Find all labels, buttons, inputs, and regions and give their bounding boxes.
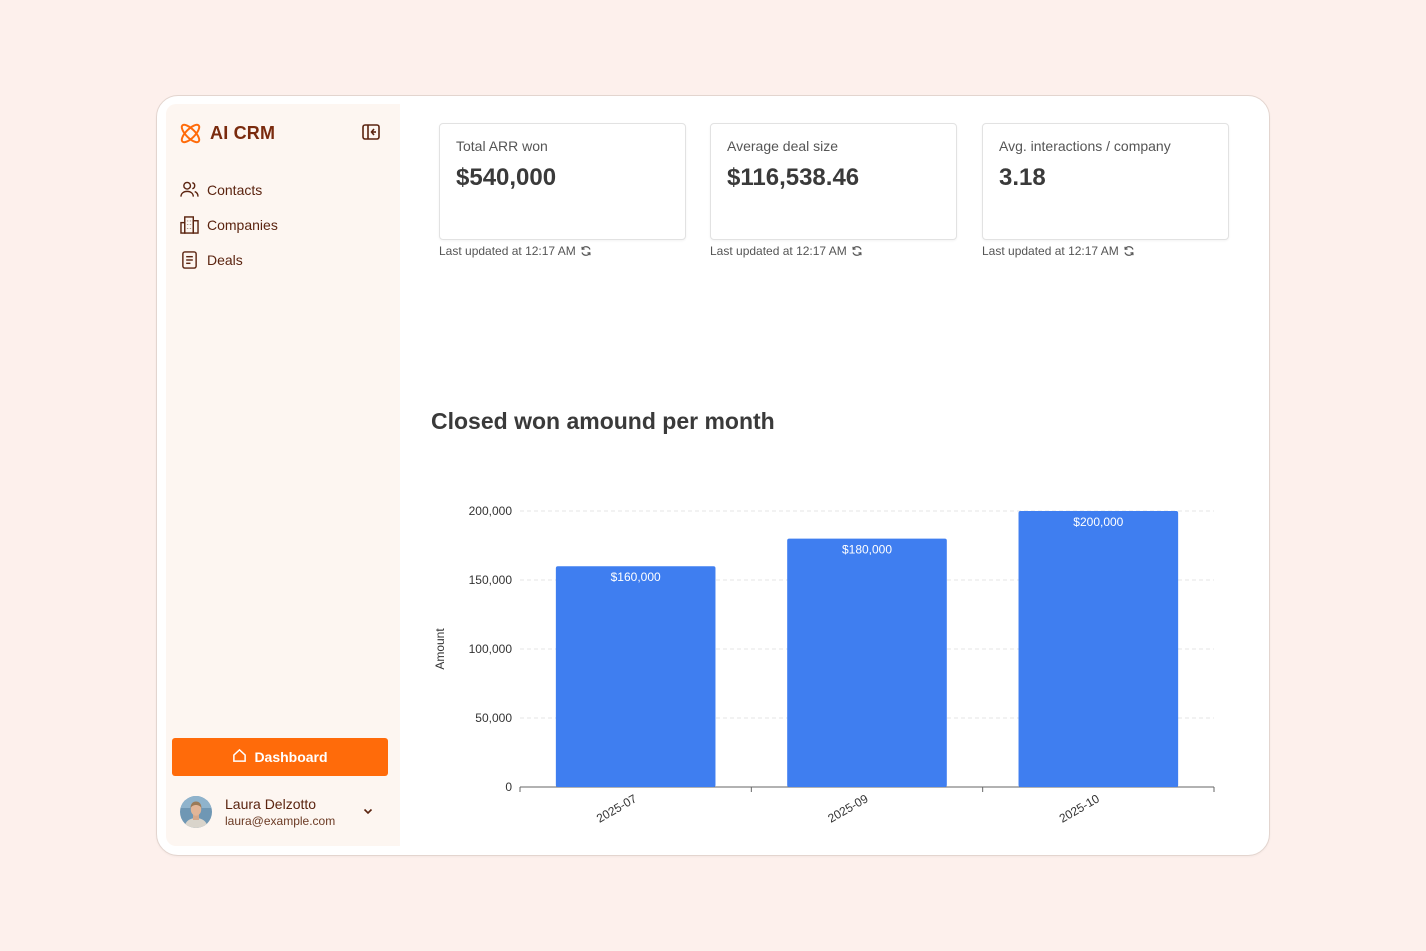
- dashboard-button[interactable]: Dashboard: [172, 738, 388, 776]
- y-tick-label: 150,000: [469, 573, 513, 587]
- updated-text: Last updated at 12:17 AM: [982, 244, 1119, 258]
- sidebar-item-deals[interactable]: Deals: [178, 242, 390, 277]
- refresh-icon[interactable]: [1123, 245, 1135, 257]
- y-axis-label: Amount: [433, 628, 447, 670]
- app-window: AI CRM Contacts Companies Deals Dashboar…: [166, 104, 1260, 846]
- kpi-label: Average deal size: [727, 138, 839, 154]
- avatar: [180, 796, 212, 828]
- sidebar-item-label: Companies: [207, 216, 278, 233]
- brand[interactable]: AI CRM: [178, 121, 275, 146]
- kpi-label: Total ARR won: [456, 138, 548, 154]
- sidebar-nav: Contacts Companies Deals: [178, 172, 390, 277]
- kpi-updated: Last updated at 12:17 AM: [982, 244, 1135, 258]
- kpi-value: 3.18: [999, 164, 1046, 191]
- bar-2025-07: [555, 566, 716, 787]
- sidebar-item-contacts[interactable]: Contacts: [178, 172, 390, 207]
- home-icon: [232, 748, 247, 766]
- y-tick-label: 50,000: [475, 711, 512, 725]
- users-icon: [180, 181, 199, 198]
- user-email: laura@example.com: [225, 813, 336, 828]
- y-tick-label: 200,000: [469, 504, 513, 518]
- refresh-icon[interactable]: [851, 245, 863, 257]
- updated-text: Last updated at 12:17 AM: [439, 244, 576, 258]
- sidebar-item-label: Deals: [207, 251, 243, 268]
- sidebar: AI CRM Contacts Companies Deals Dashboar…: [166, 104, 400, 846]
- closed-won-bar-chart: 0 50,000 100,000 150,000 200,000 Amount $160,0…: [420, 484, 1240, 844]
- chart-svg: 0 50,000 100,000 150,000 200,000 Amount $160,0…: [433, 504, 1215, 826]
- kpi-updated: Last updated at 12:17 AM: [439, 244, 592, 258]
- kpi-card-total-arr: Total ARR won $540,000: [439, 123, 686, 240]
- building-icon: [180, 215, 199, 234]
- kpi-card-avg-interactions: Avg. interactions / company 3.18: [982, 123, 1229, 240]
- main-content: Total ARR won $540,000 Last updated at 1…: [400, 104, 1260, 846]
- user-name: Laura Delzotto: [225, 795, 317, 812]
- sidebar-item-label: Contacts: [207, 181, 263, 198]
- document-icon: [180, 250, 199, 269]
- kpi-value: $540,000: [456, 164, 557, 191]
- dashboard-label: Dashboard: [254, 749, 328, 765]
- sidebar-item-companies[interactable]: Companies: [178, 207, 390, 242]
- atom-logo-icon: [178, 121, 203, 146]
- bar-2025-09: [787, 538, 947, 787]
- x-tick-label: 2025-07: [594, 791, 639, 825]
- bar-value-label: $160,000: [611, 570, 661, 584]
- bar-2025-10: [1018, 511, 1179, 787]
- collapse-sidebar-button[interactable]: [360, 123, 382, 145]
- y-tick-label: 0: [505, 780, 512, 794]
- sidebar-collapse-icon: [362, 123, 380, 145]
- kpi-updated: Last updated at 12:17 AM: [710, 244, 863, 258]
- chart-title: Closed won amound per month: [431, 408, 775, 434]
- kpi-card-average-deal-size: Average deal size $116,538.46: [710, 123, 957, 240]
- chevron-down-icon[interactable]: [362, 804, 374, 822]
- y-tick-label: 100,000: [469, 642, 513, 656]
- user-menu[interactable]: Laura Delzotto laura@example.com: [180, 794, 380, 830]
- refresh-icon[interactable]: [580, 245, 592, 257]
- bar-value-label: $200,000: [1073, 515, 1123, 529]
- kpi-label: Avg. interactions / company: [999, 138, 1171, 154]
- bar-value-label: $180,000: [842, 543, 892, 557]
- x-tick-label: 2025-09: [825, 791, 870, 825]
- x-tick-label: 2025-10: [1057, 791, 1102, 825]
- kpi-value: $116,538.46: [727, 164, 860, 191]
- updated-text: Last updated at 12:17 AM: [710, 244, 847, 258]
- brand-name: AI CRM: [210, 123, 276, 143]
